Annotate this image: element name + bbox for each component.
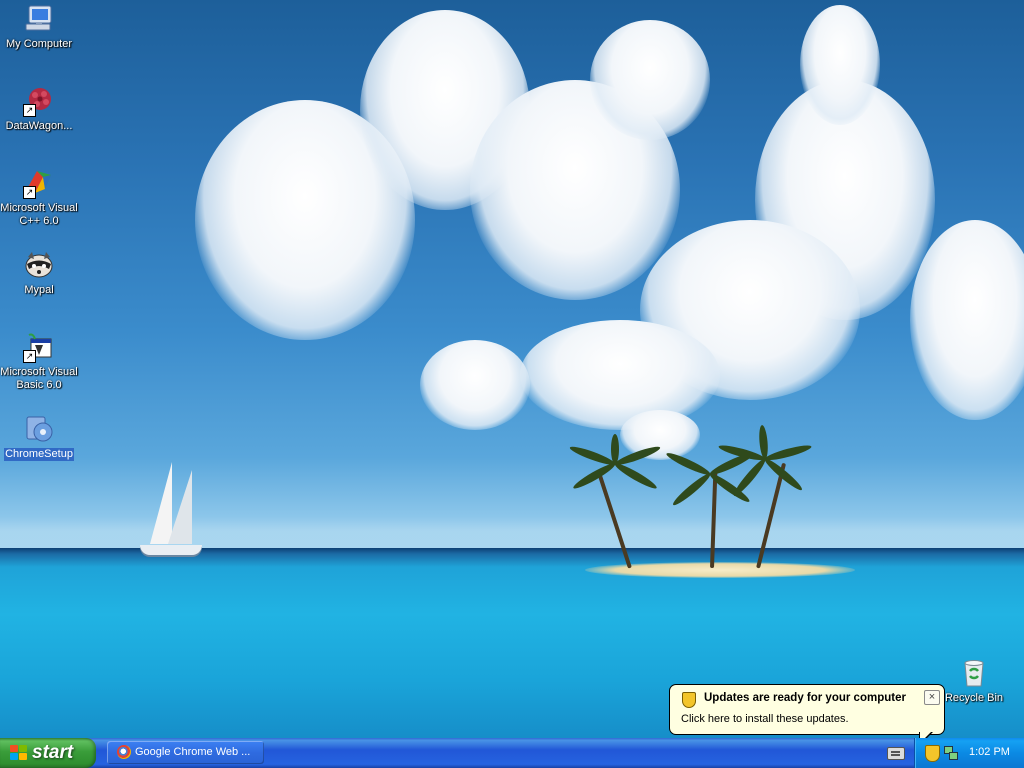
desktop-icon-chromesetup[interactable]: ChromeSetup [0,413,79,461]
cloud [800,5,880,125]
mypal-raccoon-icon [23,249,55,281]
shortcut-arrow-icon: ↗ [23,186,36,199]
shortcut-arrow-icon: ↗ [23,350,36,363]
desktop-wallpaper: My Computer ↗ DataWagon... ↗ Microsoft V… [0,0,1024,738]
desktop-icon-label: Mypal [24,284,54,296]
cloud [910,220,1024,420]
desktop-icon-label: DataWagon... [5,120,73,132]
palm-frond [571,460,617,492]
shortcut-arrow-icon: ↗ [23,104,36,117]
clock[interactable]: 1:02 PM [969,746,1010,758]
desktop-icon-visual-cpp[interactable]: ↗ Microsoft Visual C++ 6.0 [0,167,79,228]
sailboat-hull [140,545,202,555]
network-connection-icon[interactable] [944,746,958,760]
security-shield-icon [682,692,696,708]
desktop-icon-recycle-bin[interactable]: Recycle Bin [934,657,1014,705]
desktop-icon-mypal[interactable]: Mypal [0,249,79,297]
balloon-title: Updates are ready for your computer [704,692,906,704]
system-tray: 1:02 PM [914,738,1024,768]
desktop-icon-my-computer[interactable]: My Computer [0,3,79,51]
visual-cpp-icon: ↗ [23,167,55,199]
balloon-body[interactable]: Click here to install these updates. [681,713,849,725]
visual-basic-icon: ↗ [23,331,55,363]
datawagon-icon: ↗ [23,85,55,117]
security-shield-icon[interactable] [925,745,940,762]
desktop-icon-visual-basic[interactable]: ↗ Microsoft Visual Basic 6.0 [0,331,79,392]
balloon-close-button[interactable]: × [924,690,940,705]
cloud [590,20,710,140]
taskbar: start Google Chrome Web ... 1:02 PM [0,738,1024,768]
windows-logo-icon [10,745,28,761]
desktop-icon-label: Microsoft Visual C++ 6.0 [0,202,78,227]
desktop-icon-label: Microsoft Visual Basic 6.0 [0,366,78,391]
cloud [420,340,530,430]
palm-frond [611,434,619,464]
cloud [520,320,720,430]
island [585,562,855,578]
taskbar-button-label: Google Chrome Web ... [135,746,251,758]
desktop-icon-label: My Computer [5,38,73,50]
recycle-bin-icon [958,657,990,689]
palm-frond [613,460,659,492]
chrome-setup-icon [23,413,55,445]
palm-frond [670,470,713,508]
desktop-icon-datawagon[interactable]: ↗ DataWagon... [0,85,79,133]
update-notification-balloon[interactable]: Updates are ready for your computer Clic… [669,684,945,746]
desktop-icon-label: ChromeSetup [4,448,74,461]
sailboat-jib [168,470,192,544]
keyboard-language-icon[interactable] [887,747,905,760]
chrome-setup-icon [117,745,131,759]
palm-frond [762,455,805,493]
taskbar-button-chrome-setup[interactable]: Google Chrome Web ... [107,741,264,764]
start-label: start [32,742,74,763]
desktop-icon-label: Recycle Bin [944,692,1004,704]
my-computer-icon [23,3,55,35]
palm-frond [664,450,712,478]
start-button[interactable]: start [0,738,96,768]
